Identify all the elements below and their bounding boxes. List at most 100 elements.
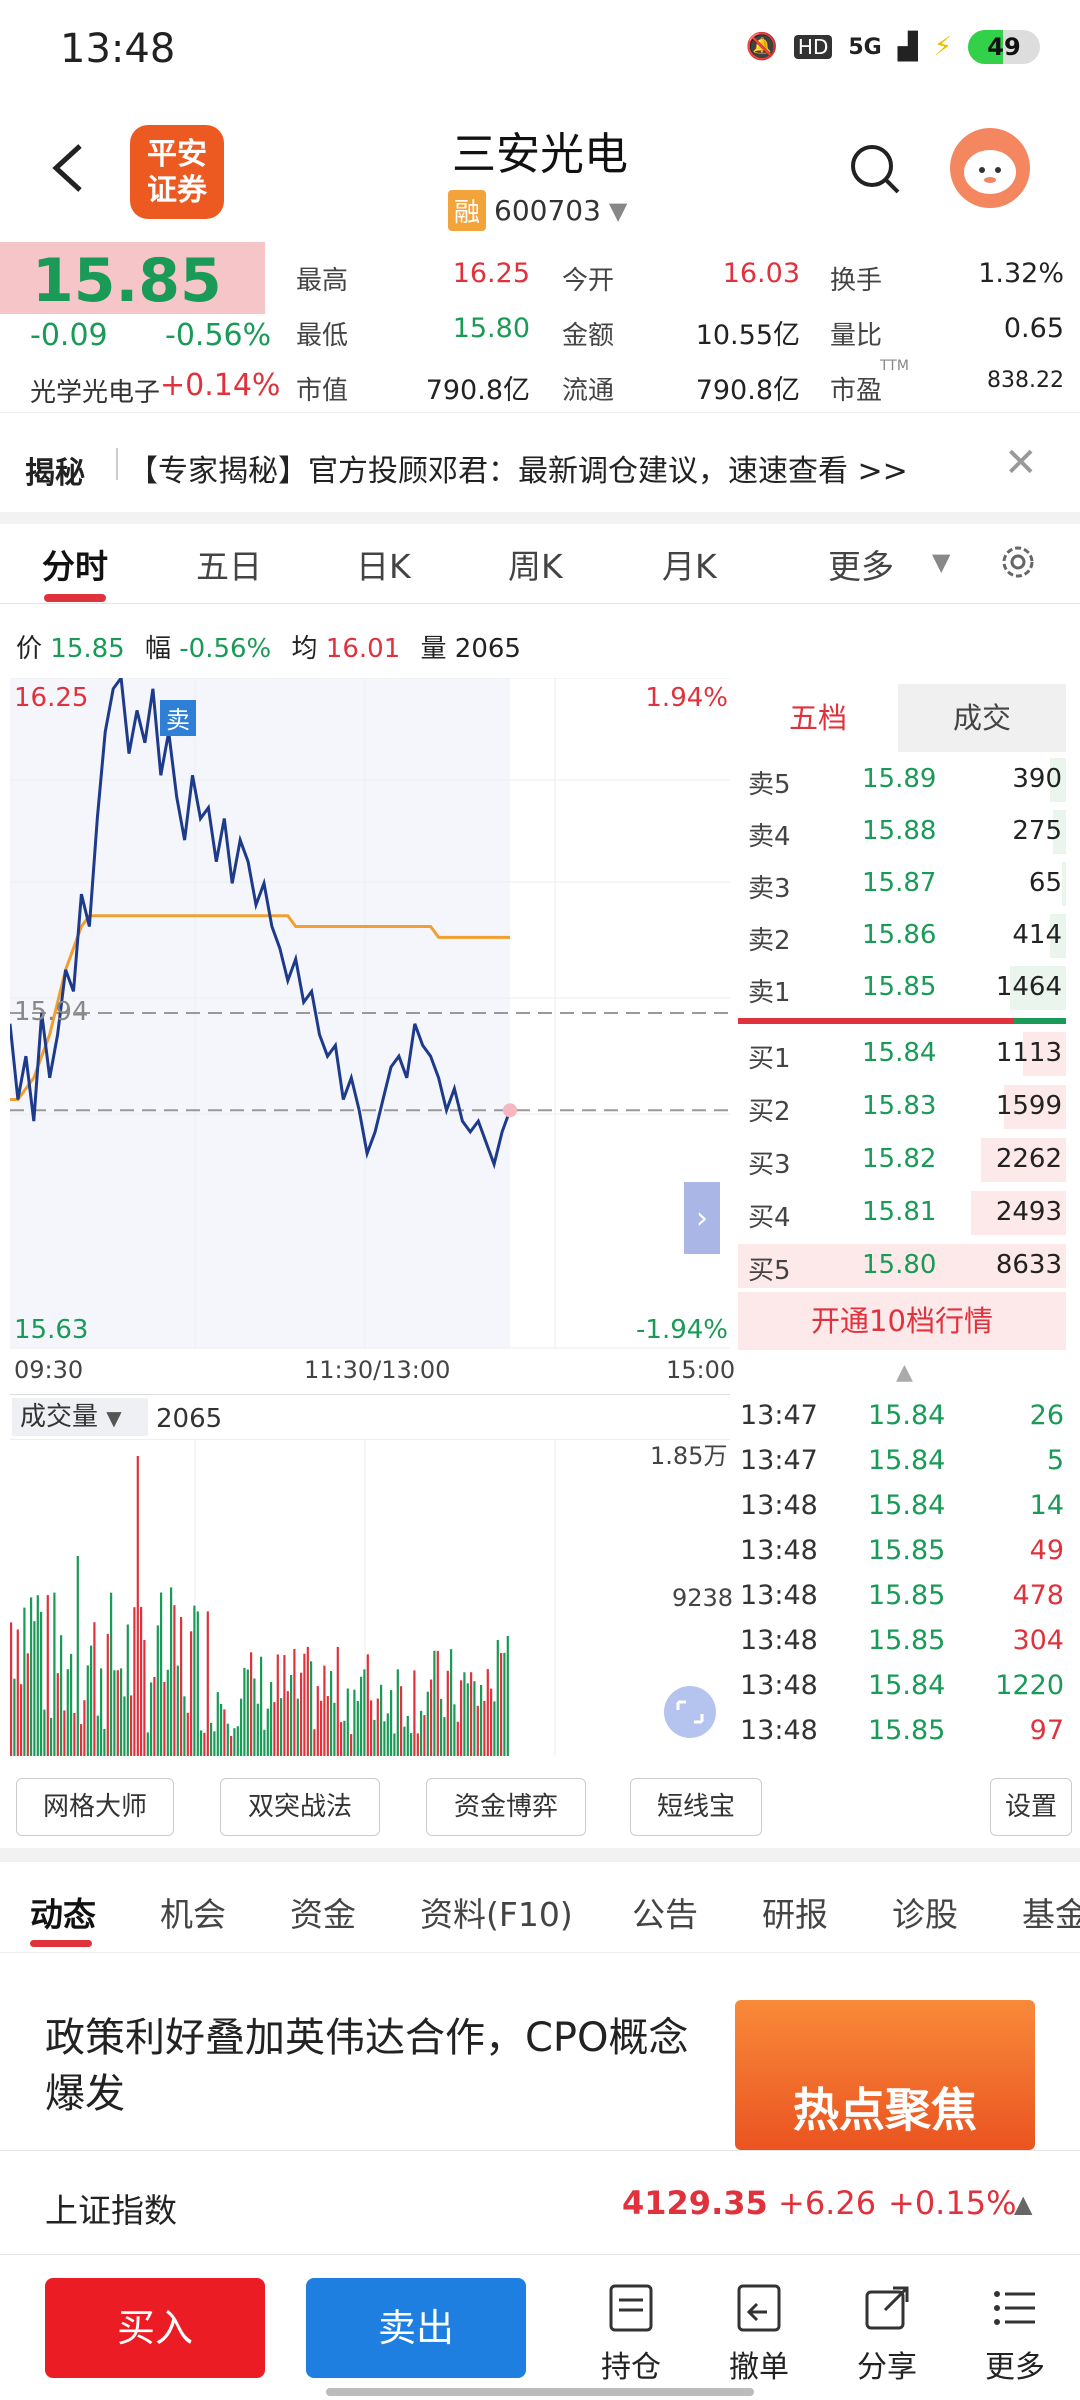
cancel-order-button[interactable]: 撤单 [714, 2282, 804, 2386]
level-price: 15.89 [862, 764, 937, 794]
double-breakout-button[interactable]: 双突战法 [220, 1778, 380, 1836]
volume-bar [396, 1669, 399, 1756]
bid-row[interactable]: 买3 15.82 2262 [738, 1134, 1066, 1186]
bid-row[interactable]: 买1 15.84 1113 [738, 1028, 1066, 1080]
avatar[interactable] [950, 128, 1030, 208]
holdings-button[interactable]: 持仓 [586, 2282, 676, 2386]
level-label: 卖3 [748, 874, 791, 904]
volume-bar [230, 1735, 233, 1756]
volume-bar [386, 1713, 389, 1756]
volume-bar [170, 1587, 173, 1756]
notice-text[interactable]: 【专家揭秘】官方投顾邓君：最新调仓建议，速速查看 >> [128, 446, 908, 490]
x-label-open: 09:30 [14, 1356, 84, 1384]
stock-code-selector[interactable]: 融 600703 ▼ [448, 190, 627, 231]
volume-value: 2065 [156, 1404, 223, 1434]
avg-label: 均 [291, 634, 318, 664]
volume-bar [506, 1636, 509, 1756]
volume-bar [70, 1653, 73, 1756]
volume-bar [50, 1717, 53, 1756]
grid-master-button[interactable]: 网格大师 [16, 1778, 174, 1836]
volume-bar [436, 1650, 439, 1756]
volume-bar [110, 1592, 113, 1756]
tab-daily-k[interactable]: 日K [356, 540, 411, 588]
volume-bar [300, 1672, 303, 1756]
close-icon[interactable]: ✕ [1004, 440, 1038, 486]
hot-focus-banner[interactable]: 热点聚焦 [735, 2000, 1035, 2150]
bid-row[interactable]: 买5 15.80 8633 [738, 1240, 1066, 1292]
volume-bar [190, 1631, 193, 1756]
tab-news[interactable]: 动态 [30, 1888, 96, 1936]
volume-bar [503, 1652, 506, 1756]
bid-row[interactable]: 买2 15.83 1599 [738, 1081, 1066, 1133]
volume-bar [116, 1670, 119, 1756]
volume-bar [336, 1646, 339, 1756]
chevron-up-icon[interactable]: ▲ [1014, 2190, 1032, 2218]
tick-price: 15.85 [868, 1715, 946, 1746]
intraday-chart[interactable]: 16.25 15.94 15.63 1.94% -1.94% 卖 › [10, 678, 730, 1368]
tab-monthly-k[interactable]: 月K [662, 540, 717, 588]
tab-weekly-k[interactable]: 周K [508, 540, 563, 588]
tab-capital[interactable]: 资金 [290, 1888, 356, 1936]
active-tab-underline [30, 1940, 92, 1947]
tab-diagnosis[interactable]: 诊股 [892, 1888, 958, 1936]
quote-label: 市盈 [830, 376, 883, 406]
volume-bar [133, 1607, 136, 1756]
volume-bar [303, 1653, 306, 1756]
last-price-dot [503, 1103, 517, 1118]
news-headline[interactable]: 政策利好叠加英伟达合作，CPO概念爆发 [45, 2010, 705, 2122]
volume-bar [430, 1679, 433, 1756]
x-label-midday: 11:30/13:00 [304, 1356, 451, 1384]
fund-game-button[interactable]: 资金博弈 [426, 1778, 586, 1836]
open-level10-button[interactable]: 开通10档行情 [738, 1292, 1066, 1350]
share-button[interactable]: 分享 [842, 2282, 932, 2386]
tab-intraday[interactable]: 分时 [42, 540, 108, 588]
tab-opportunity[interactable]: 机会 [160, 1888, 226, 1936]
order-book-divider-green [1014, 1018, 1066, 1024]
sell-marker-text: 卖 [166, 706, 190, 734]
volume-bar [480, 1685, 483, 1756]
volume-bar [356, 1701, 359, 1756]
short-term-button[interactable]: 短线宝 [630, 1778, 762, 1836]
ask-row[interactable]: 卖2 15.86 414 [738, 910, 1066, 962]
more-button[interactable]: 更多 [970, 2282, 1060, 2386]
volume-bar [193, 1605, 196, 1756]
volume-bar [26, 1653, 29, 1756]
fullscreen-button[interactable] [664, 1686, 716, 1738]
chevron-down-icon: ▼ [608, 196, 628, 225]
volume-bar [270, 1682, 273, 1756]
chevron-down-icon: ▼ [932, 548, 951, 576]
volume-indicator-select[interactable]: 成交量 ▼ [12, 1398, 148, 1436]
settings-button[interactable]: 设置 [990, 1778, 1072, 1836]
volume-bar [476, 1705, 479, 1756]
quote-value: 790.8亿 [425, 375, 530, 406]
tab-order-book[interactable]: 五档 [738, 684, 898, 752]
tab-trades[interactable]: 成交 [898, 684, 1066, 752]
ask-row[interactable]: 卖1 15.85 1464 [738, 962, 1066, 1014]
ask-row[interactable]: 卖3 15.87 65 [738, 858, 1066, 910]
tab-announcements[interactable]: 公告 [632, 1888, 698, 1936]
volume-bar [176, 1665, 179, 1756]
volume-bar [30, 1597, 33, 1756]
volume-bar [370, 1700, 373, 1756]
search-icon[interactable] [848, 142, 904, 198]
level-label: 买5 [748, 1256, 791, 1286]
tick-row: 13:47 15.84 5 [738, 1439, 1066, 1483]
tab-f10[interactable]: 资料(F10) [420, 1888, 573, 1936]
chevron-up-icon[interactable]: ▲ [896, 1360, 913, 1385]
tab-five-day[interactable]: 五日 [196, 540, 262, 588]
tab-research[interactable]: 研报 [762, 1888, 828, 1936]
volume-bar [283, 1655, 286, 1756]
volume-bar [473, 1681, 476, 1756]
bid-row[interactable]: 买4 15.81 2493 [738, 1187, 1066, 1239]
sector-name[interactable]: 光学光电子 [30, 372, 160, 409]
sell-button[interactable]: 卖出 [306, 2278, 526, 2378]
tab-more[interactable]: 更多 [828, 540, 894, 588]
tick-volume: 26 [1029, 1400, 1064, 1431]
gear-icon[interactable] [996, 540, 1040, 584]
ask-row[interactable]: 卖5 15.89 390 [738, 754, 1066, 806]
quote-value: 838.22 [987, 368, 1064, 393]
charging-icon: ⚡ [933, 32, 952, 62]
tab-fund[interactable]: 基金 [1022, 1888, 1080, 1936]
ask-row[interactable]: 卖4 15.88 275 [738, 806, 1066, 858]
buy-button[interactable]: 买入 [45, 2278, 265, 2378]
